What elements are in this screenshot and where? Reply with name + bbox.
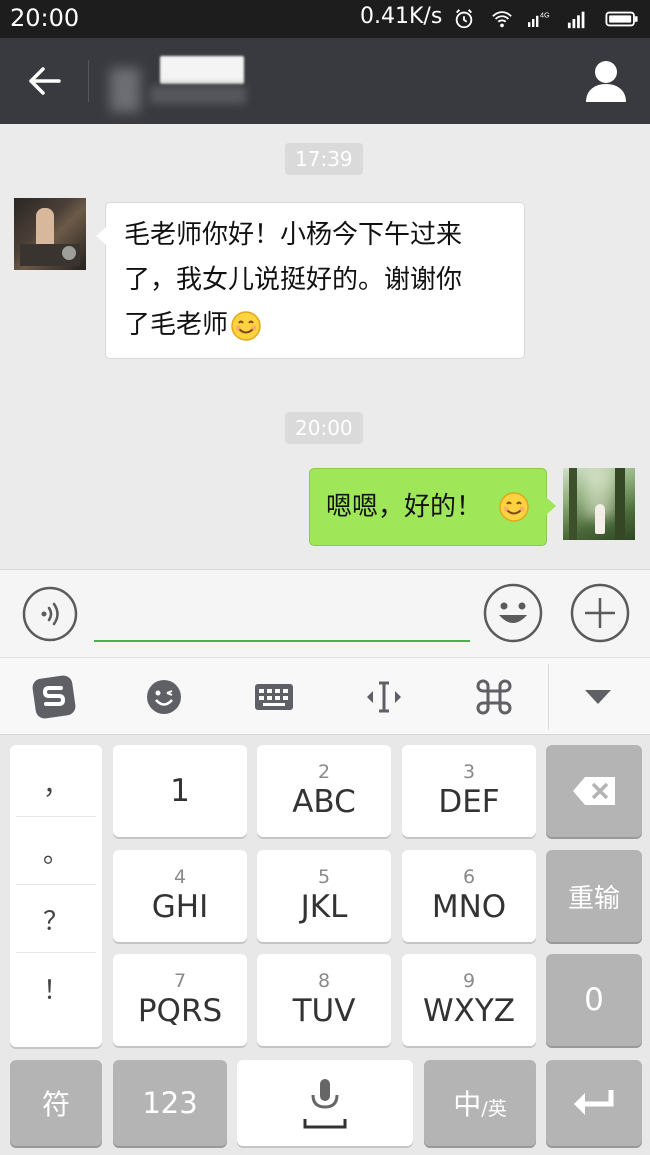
plus-icon[interactable] — [570, 583, 630, 643]
sogou-logo-icon[interactable] — [28, 672, 80, 722]
backspace-icon — [573, 777, 615, 805]
signal-icon — [567, 11, 585, 29]
cursor-icon[interactable] — [358, 672, 410, 722]
key-letters: WXYZ — [422, 993, 516, 1029]
title-bar — [0, 38, 650, 124]
key-number: 7 — [173, 970, 187, 992]
key-5[interactable]: 5 JKL — [257, 850, 391, 942]
ime-toolbar — [0, 657, 650, 735]
wifi-icon — [492, 11, 512, 28]
key-label-sub: /英 — [481, 1097, 507, 1120]
enter-icon — [574, 1090, 614, 1115]
timestamp: 17:39 — [285, 143, 363, 175]
timestamp: 20:00 — [285, 412, 363, 444]
collapse-graphic — [585, 690, 611, 704]
key-9[interactable]: 9 WXYZ — [402, 954, 536, 1046]
contact-avatar[interactable] — [14, 198, 86, 270]
message-line: 了毛老师 — [124, 310, 229, 340]
status-icons: 4G — [452, 8, 640, 30]
punct-key[interactable]: ？ — [16, 887, 96, 953]
emoji-icon[interactable] — [483, 583, 543, 643]
sogou-logo-graphic — [32, 675, 76, 719]
key-8[interactable]: 8 TUV — [257, 954, 391, 1046]
message-line-with-emoji: 了毛老师 — [124, 303, 506, 348]
keyboard-icon[interactable] — [248, 672, 300, 722]
network-speed: 0.41K/s — [360, 4, 443, 29]
punctuation-column: ， 。 ？ ！ — [10, 745, 102, 1047]
contact-name-redacted — [110, 52, 250, 112]
key-number: 2 — [317, 761, 331, 783]
emoji-face-icon[interactable] — [138, 672, 190, 722]
key-letters: DEF — [438, 784, 500, 820]
status-bar: 20:00 0.41K/s 4G — [0, 0, 650, 38]
mic-icon — [303, 1079, 347, 1129]
back-arrow-icon — [29, 67, 61, 95]
svg-text:4G: 4G — [540, 10, 550, 19]
numbers-key[interactable]: 123 — [113, 1060, 227, 1146]
person-icon[interactable] — [584, 58, 628, 104]
key-letters: MNO — [431, 889, 507, 925]
keyboard-graphic — [255, 684, 293, 710]
key-1[interactable]: 1 — [113, 745, 247, 837]
symbols-key[interactable]: 符 — [10, 1060, 102, 1146]
key-2[interactable]: 2 ABC — [257, 745, 391, 837]
chat-area[interactable]: 17:39 毛老师你好！小杨今下午过来 了，我女儿说挺好的。谢谢你 了毛老师 2… — [0, 124, 650, 569]
key-number: 6 — [462, 866, 476, 888]
key-letters: GHI — [151, 889, 209, 925]
message-line: 毛老师你好！小杨今下午过来 — [124, 220, 463, 250]
title-divider — [88, 60, 89, 102]
battery-icon — [605, 11, 638, 27]
received-message[interactable]: 毛老师你好！小杨今下午过来 了，我女儿说挺好的。谢谢你 了毛老师 — [96, 202, 525, 359]
key-number: 5 — [317, 866, 331, 888]
language-switch-key[interactable]: 中/英 — [424, 1060, 536, 1146]
message-input[interactable] — [94, 590, 470, 642]
key-7[interactable]: 7 PQRS — [113, 954, 247, 1046]
command-icon[interactable] — [468, 672, 520, 722]
collapse-down-icon[interactable] — [572, 672, 624, 722]
input-bar — [0, 569, 650, 657]
key-number: 3 — [462, 761, 476, 783]
key-label: 1 — [170, 773, 190, 809]
alarm-icon — [455, 9, 473, 29]
command-graphic — [476, 679, 512, 715]
sent-message[interactable]: 嗯嗯，好的！ — [309, 468, 556, 546]
emoji-face-graphic — [147, 680, 181, 714]
voice-input-key[interactable] — [237, 1060, 413, 1146]
key-number: 8 — [317, 970, 331, 992]
enter-key[interactable] — [546, 1060, 642, 1146]
key-0[interactable]: 0 — [546, 954, 642, 1046]
punct-key[interactable]: ， — [16, 751, 96, 817]
message-text: 嗯嗯，好的！ — [326, 491, 483, 522]
key-label: 123 — [142, 1086, 198, 1120]
punct-key[interactable]: ！ — [16, 955, 96, 1021]
key-letters: TUV — [292, 993, 356, 1029]
key-3[interactable]: 3 DEF — [402, 745, 536, 837]
cursor-graphic — [367, 681, 401, 713]
punct-key[interactable]: 。 — [16, 819, 96, 885]
signal-4g-icon: 4G — [528, 10, 550, 27]
key-number: 4 — [173, 866, 187, 888]
smile-emoji-icon — [231, 310, 261, 341]
backspace-key[interactable] — [546, 745, 642, 837]
message-line: 了，我女儿说挺好的。谢谢你 — [124, 265, 463, 295]
key-number: 9 — [462, 970, 476, 992]
key-label: 重输 — [567, 883, 620, 914]
toolbar-divider — [548, 664, 549, 730]
key-label: 0 — [584, 982, 604, 1018]
smile-emoji-icon — [499, 492, 529, 522]
key-letters: PQRS — [137, 993, 223, 1029]
key-label-main: 中 — [453, 1088, 482, 1121]
t9-keyboard: ， 。 ？ ！ 1 2 ABC 3 DEF 4 GHI 5 JKL 6 MNO … — [0, 735, 650, 1155]
reinput-key[interactable]: 重输 — [546, 850, 642, 942]
back-button[interactable] — [16, 56, 72, 106]
key-letters: JKL — [300, 889, 348, 925]
status-time: 20:00 — [10, 4, 80, 32]
key-4[interactable]: 4 GHI — [113, 850, 247, 942]
key-label: 符 — [41, 1088, 70, 1121]
my-avatar[interactable] — [563, 468, 635, 540]
key-letters: ABC — [292, 784, 356, 820]
voice-icon[interactable] — [22, 586, 78, 642]
key-6[interactable]: 6 MNO — [402, 850, 536, 942]
